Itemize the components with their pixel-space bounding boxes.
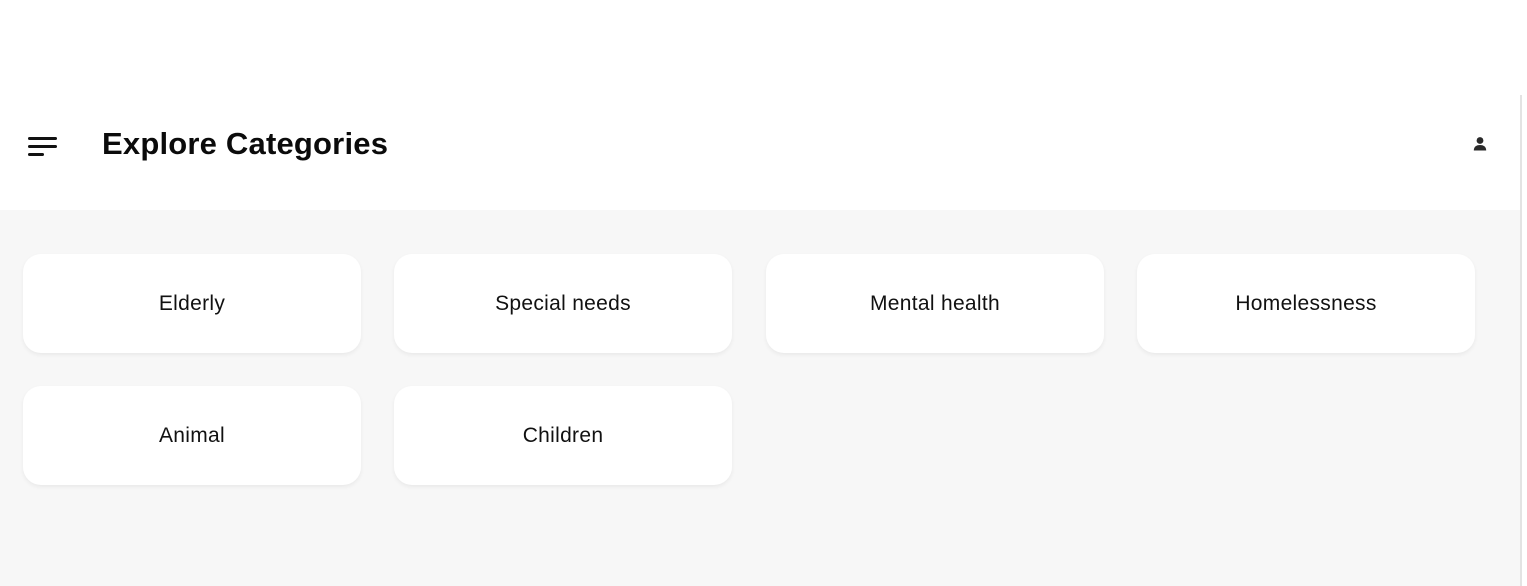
category-label: Homelessness <box>1235 291 1377 315</box>
hamburger-menu-icon <box>28 137 57 140</box>
page-title: Explore Categories <box>102 126 389 161</box>
scrollbar-track[interactable] <box>1520 95 1527 586</box>
hamburger-menu-icon-line <box>28 145 57 148</box>
category-card-mental-health[interactable]: Mental health <box>766 254 1104 353</box>
category-card-elderly[interactable]: Elderly <box>23 254 361 353</box>
profile-button[interactable] <box>1470 134 1490 154</box>
category-label: Elderly <box>158 291 226 315</box>
menu-button[interactable] <box>26 132 60 162</box>
category-grid: Elderly Special needs Mental health Home… <box>0 210 1520 586</box>
category-label: Children <box>522 423 604 447</box>
category-card-children[interactable]: Children <box>394 386 732 485</box>
category-label: Special needs <box>495 291 631 315</box>
hamburger-menu-icon-line <box>28 153 44 156</box>
user-icon <box>1473 137 1487 151</box>
top-app-bar: Explore Categories <box>0 95 1520 210</box>
category-card-animal[interactable]: Animal <box>23 386 361 485</box>
app-viewport: Explore Categories Elderly Special needs… <box>0 0 1527 586</box>
category-card-homelessness[interactable]: Homelessness <box>1137 254 1475 353</box>
category-label: Animal <box>159 423 225 447</box>
category-label: Mental health <box>870 291 1000 315</box>
category-card-special-needs[interactable]: Special needs <box>394 254 732 353</box>
